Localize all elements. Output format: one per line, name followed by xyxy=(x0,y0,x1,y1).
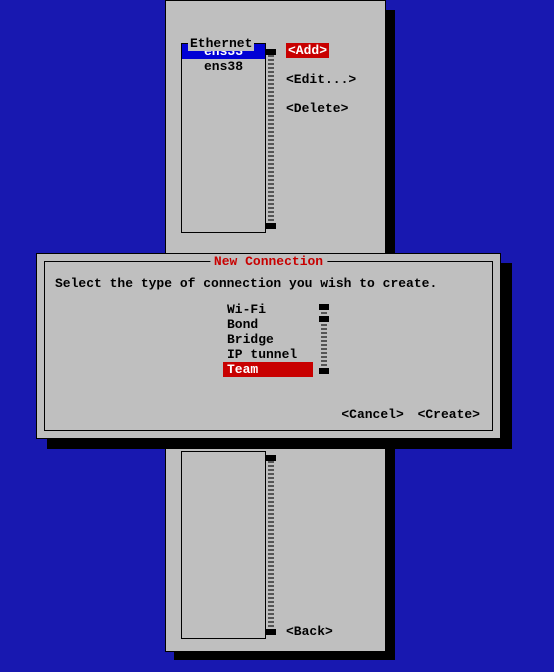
add-button[interactable]: <Add> xyxy=(286,43,329,58)
connection-list[interactable]: Ethernet ens33 ens38 xyxy=(181,43,266,233)
type-item-team[interactable]: Team xyxy=(223,362,313,377)
type-item-bridge[interactable]: Bridge xyxy=(223,332,313,347)
scroll-indicator xyxy=(266,49,276,55)
scroll-indicator xyxy=(319,304,329,310)
scroll-indicator xyxy=(266,223,276,229)
scroll-indicator xyxy=(319,368,329,374)
new-connection-dialog: New Connection Select the type of connec… xyxy=(36,253,501,439)
lower-list-box xyxy=(181,451,266,639)
dialog-prompt: Select the type of connection you wish t… xyxy=(55,276,437,291)
device-item[interactable]: ens38 xyxy=(182,59,265,74)
scroll-indicator xyxy=(266,455,276,461)
side-buttons: <Add> <Edit...> <Delete> xyxy=(286,43,356,130)
scroll-indicator xyxy=(319,316,329,322)
connection-scrollbar[interactable] xyxy=(268,49,274,229)
connection-list-header: Ethernet xyxy=(188,36,254,51)
dialog-border: New Connection Select the type of connec… xyxy=(44,261,493,431)
create-button[interactable]: <Create> xyxy=(418,407,480,422)
back-button[interactable]: <Back> xyxy=(286,624,333,639)
scroll-indicator xyxy=(266,629,276,635)
connection-type-list[interactable]: Wi-Fi Bond Bridge IP tunnel Team xyxy=(223,302,313,377)
type-item-bond[interactable]: Bond xyxy=(223,317,313,332)
type-scrollbar[interactable] xyxy=(321,304,327,374)
edit-button[interactable]: <Edit...> xyxy=(286,72,356,87)
type-item-wifi[interactable]: Wi-Fi xyxy=(223,302,313,317)
lower-scrollbar[interactable] xyxy=(268,455,274,635)
type-item-iptunnel[interactable]: IP tunnel xyxy=(223,347,313,362)
dialog-title: New Connection xyxy=(210,254,327,269)
delete-button[interactable]: <Delete> xyxy=(286,101,356,116)
cancel-button[interactable]: <Cancel> xyxy=(341,407,403,422)
dialog-buttons: <Cancel> <Create> xyxy=(335,407,480,422)
